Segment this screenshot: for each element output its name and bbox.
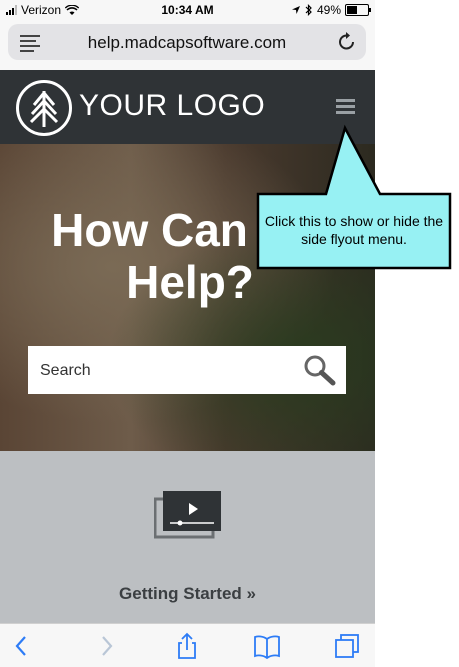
search-box[interactable] — [28, 346, 346, 394]
reload-icon[interactable] — [338, 31, 356, 57]
site-header: YOUR LOGO — [0, 70, 375, 144]
url-text[interactable]: help.madcapsoftware.com — [8, 33, 366, 53]
battery-fill — [347, 6, 357, 14]
hero-banner: How Can We Help? — [0, 144, 375, 451]
tabs-icon[interactable] — [333, 632, 361, 660]
callout-text: Click this to show or hide the side flyo… — [264, 213, 444, 247]
bookmarks-icon[interactable] — [253, 632, 281, 660]
back-icon[interactable] — [8, 632, 36, 660]
phone-screen: Verizon 10:34 AM 49% help.madcapsoftware… — [0, 0, 375, 667]
search-icon[interactable] — [302, 354, 336, 386]
tree-logo-icon[interactable] — [16, 80, 72, 136]
bluetooth-icon — [305, 4, 312, 16]
getting-started-link[interactable]: Getting Started » — [0, 584, 375, 604]
status-right: 49% — [291, 3, 371, 17]
battery-icon — [345, 4, 371, 16]
hamburger-menu-icon[interactable] — [336, 99, 355, 117]
share-icon[interactable] — [173, 632, 201, 660]
getting-started-section: Getting Started » — [0, 451, 375, 623]
status-bar: Verizon 10:34 AM 49% — [0, 0, 375, 20]
search-input[interactable] — [38, 356, 292, 386]
battery-percent: 49% — [316, 3, 341, 17]
video-icon — [153, 489, 222, 541]
logo-text[interactable]: YOUR LOGO — [79, 89, 265, 123]
location-icon — [291, 6, 300, 14]
address-bar[interactable]: help.madcapsoftware.com — [8, 24, 366, 60]
browser-toolbar — [0, 623, 375, 667]
forward-icon[interactable] — [92, 632, 120, 660]
